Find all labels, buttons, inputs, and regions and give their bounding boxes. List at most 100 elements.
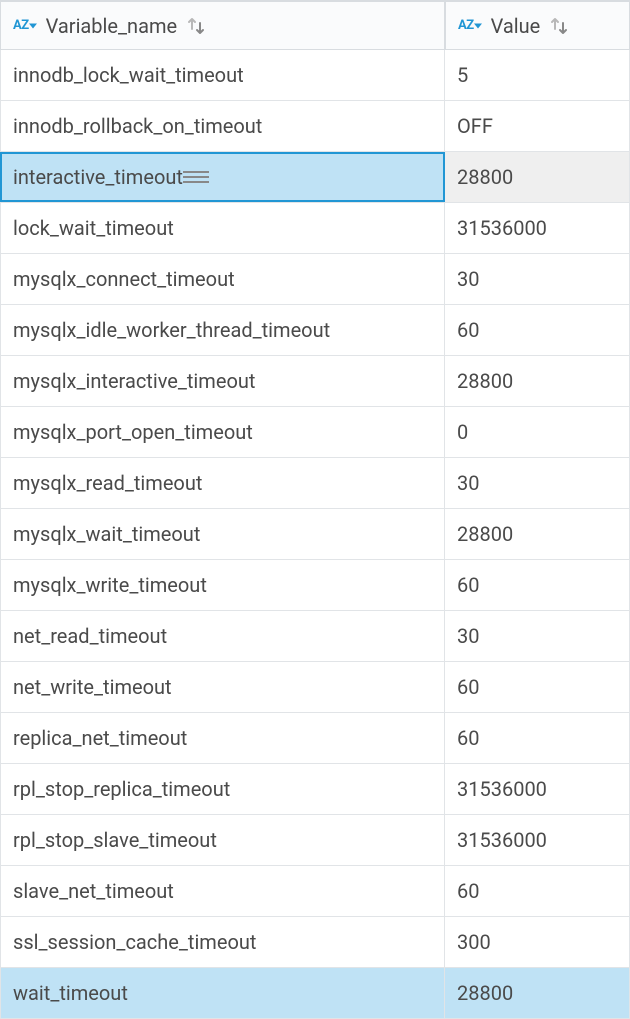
value-cell[interactable]: 0	[445, 407, 630, 457]
sort-icon[interactable]	[187, 17, 205, 35]
value-cell[interactable]: 60	[445, 866, 630, 916]
variable-name-cell[interactable]: lock_wait_timeout	[0, 203, 445, 253]
variable-name-cell[interactable]: interactive_timeout	[0, 152, 445, 202]
variable-name-text: replica_net_timeout	[13, 726, 187, 750]
value-text: 30	[457, 624, 479, 648]
table-row[interactable]: slave_net_timeout 60	[0, 866, 630, 917]
variable-name-text: net_write_timeout	[13, 675, 172, 699]
table-row[interactable]: innodb_lock_wait_timeout 5	[0, 50, 630, 101]
table-row[interactable]: mysqlx_wait_timeout 28800	[0, 509, 630, 560]
value-text: 28800	[457, 981, 513, 1005]
value-text: 31536000	[457, 777, 547, 801]
variable-name-text: interactive_timeout	[13, 165, 183, 189]
value-text: 31536000	[457, 828, 547, 852]
value-cell[interactable]: 30	[445, 458, 630, 508]
variable-name-cell[interactable]: ssl_session_cache_timeout	[0, 917, 445, 967]
value-cell[interactable]: 28800	[445, 356, 630, 406]
table-row[interactable]: rpl_stop_replica_timeout 31536000	[0, 764, 630, 815]
table-row[interactable]: net_write_timeout 60	[0, 662, 630, 713]
value-text: 60	[457, 318, 479, 342]
variable-name-text: innodb_lock_wait_timeout	[13, 63, 244, 87]
table-row[interactable]: mysqlx_connect_timeout 30	[0, 254, 630, 305]
variable-name-text: mysqlx_idle_worker_thread_timeout	[13, 318, 330, 342]
table-body: innodb_lock_wait_timeout 5 innodb_rollback…	[0, 50, 630, 1019]
variable-name-text: slave_net_timeout	[13, 879, 174, 903]
table-row[interactable]: interactive_timeout 28800	[0, 152, 630, 203]
table-row[interactable]: lock_wait_timeout 31536000	[0, 203, 630, 254]
value-cell[interactable]: 60	[445, 662, 630, 712]
variable-name-cell[interactable]: mysqlx_write_timeout	[0, 560, 445, 610]
column-header-value[interactable]: A​Z Value	[445, 0, 630, 50]
table-row[interactable]: mysqlx_interactive_timeout 28800	[0, 356, 630, 407]
variable-name-text: rpl_stop_slave_timeout	[13, 828, 217, 852]
table-row[interactable]: ssl_session_cache_timeout 300	[0, 917, 630, 968]
variable-name-cell[interactable]: mysqlx_idle_worker_thread_timeout	[0, 305, 445, 355]
text-type-icon: A​Z	[13, 18, 36, 33]
value-text: 60	[457, 573, 479, 597]
variable-name-text: mysqlx_connect_timeout	[13, 267, 235, 291]
value-cell[interactable]: 31536000	[445, 203, 630, 253]
variable-name-cell[interactable]: mysqlx_interactive_timeout	[0, 356, 445, 406]
value-cell[interactable]: OFF	[445, 101, 630, 151]
variable-name-cell[interactable]: innodb_rollback_on_timeout	[0, 101, 445, 151]
value-text: 28800	[457, 369, 513, 393]
sort-icon[interactable]	[550, 17, 568, 35]
value-cell[interactable]: 30	[445, 254, 630, 304]
table-row[interactable]: net_read_timeout 30	[0, 611, 630, 662]
variable-name-cell[interactable]: replica_net_timeout	[0, 713, 445, 763]
value-text: 30	[457, 471, 479, 495]
value-cell[interactable]: 5	[445, 50, 630, 100]
variable-name-cell[interactable]: mysqlx_port_open_timeout	[0, 407, 445, 457]
value-cell[interactable]: 60	[445, 560, 630, 610]
table-row[interactable]: rpl_stop_slave_timeout 31536000	[0, 815, 630, 866]
value-text: 60	[457, 675, 479, 699]
value-cell[interactable]: 300	[445, 917, 630, 967]
value-cell[interactable]: 28800	[445, 509, 630, 559]
value-text: OFF	[457, 114, 493, 138]
value-cell[interactable]: 28800	[445, 152, 630, 202]
value-text: 28800	[457, 165, 513, 189]
table-row[interactable]: wait_timeout 28800	[0, 968, 630, 1019]
variable-name-cell[interactable]: rpl_stop_slave_timeout	[0, 815, 445, 865]
table-row[interactable]: mysqlx_read_timeout 30	[0, 458, 630, 509]
table-header-row: A​Z Variable_name A​Z Value	[0, 0, 630, 50]
table-row[interactable]: innodb_rollback_on_timeout OFF	[0, 101, 630, 152]
column-label: Value	[491, 14, 541, 38]
value-text: 5	[457, 63, 468, 87]
value-text: 300	[457, 930, 491, 954]
variable-name-cell[interactable]: net_write_timeout	[0, 662, 445, 712]
variable-name-text: lock_wait_timeout	[13, 216, 174, 240]
value-cell[interactable]: 60	[445, 713, 630, 763]
variable-name-cell[interactable]: mysqlx_connect_timeout	[0, 254, 445, 304]
variable-name-cell[interactable]: net_read_timeout	[0, 611, 445, 661]
value-text: 0	[457, 420, 468, 444]
variable-name-cell[interactable]: mysqlx_wait_timeout	[0, 509, 445, 559]
column-header-variable-name[interactable]: A​Z Variable_name	[0, 0, 445, 50]
table-row[interactable]: mysqlx_port_open_timeout 0	[0, 407, 630, 458]
variable-name-text: innodb_rollback_on_timeout	[13, 114, 262, 138]
value-cell[interactable]: 31536000	[445, 815, 630, 865]
value-cell[interactable]: 31536000	[445, 764, 630, 814]
column-label: Variable_name	[46, 14, 177, 38]
value-text: 60	[457, 726, 479, 750]
table-row[interactable]: mysqlx_idle_worker_thread_timeout 60	[0, 305, 630, 356]
variable-name-text: mysqlx_wait_timeout	[13, 522, 200, 546]
variable-name-cell[interactable]: mysqlx_read_timeout	[0, 458, 445, 508]
drag-handle-icon[interactable]	[183, 171, 209, 183]
value-cell[interactable]: 60	[445, 305, 630, 355]
variable-name-cell[interactable]: innodb_lock_wait_timeout	[0, 50, 445, 100]
table-row[interactable]: mysqlx_write_timeout 60	[0, 560, 630, 611]
variable-name-text: net_read_timeout	[13, 624, 167, 648]
variables-table: A​Z Variable_name A​Z Value	[0, 0, 630, 1019]
variable-name-cell[interactable]: wait_timeout	[0, 968, 445, 1018]
variable-name-text: mysqlx_read_timeout	[13, 471, 202, 495]
variable-name-text: mysqlx_port_open_timeout	[13, 420, 253, 444]
table-row[interactable]: replica_net_timeout 60	[0, 713, 630, 764]
variable-name-cell[interactable]: rpl_stop_replica_timeout	[0, 764, 445, 814]
value-cell[interactable]: 28800	[445, 968, 630, 1018]
value-cell[interactable]: 30	[445, 611, 630, 661]
text-type-icon: A​Z	[458, 18, 481, 33]
value-text: 60	[457, 879, 479, 903]
value-text: 28800	[457, 522, 513, 546]
variable-name-cell[interactable]: slave_net_timeout	[0, 866, 445, 916]
